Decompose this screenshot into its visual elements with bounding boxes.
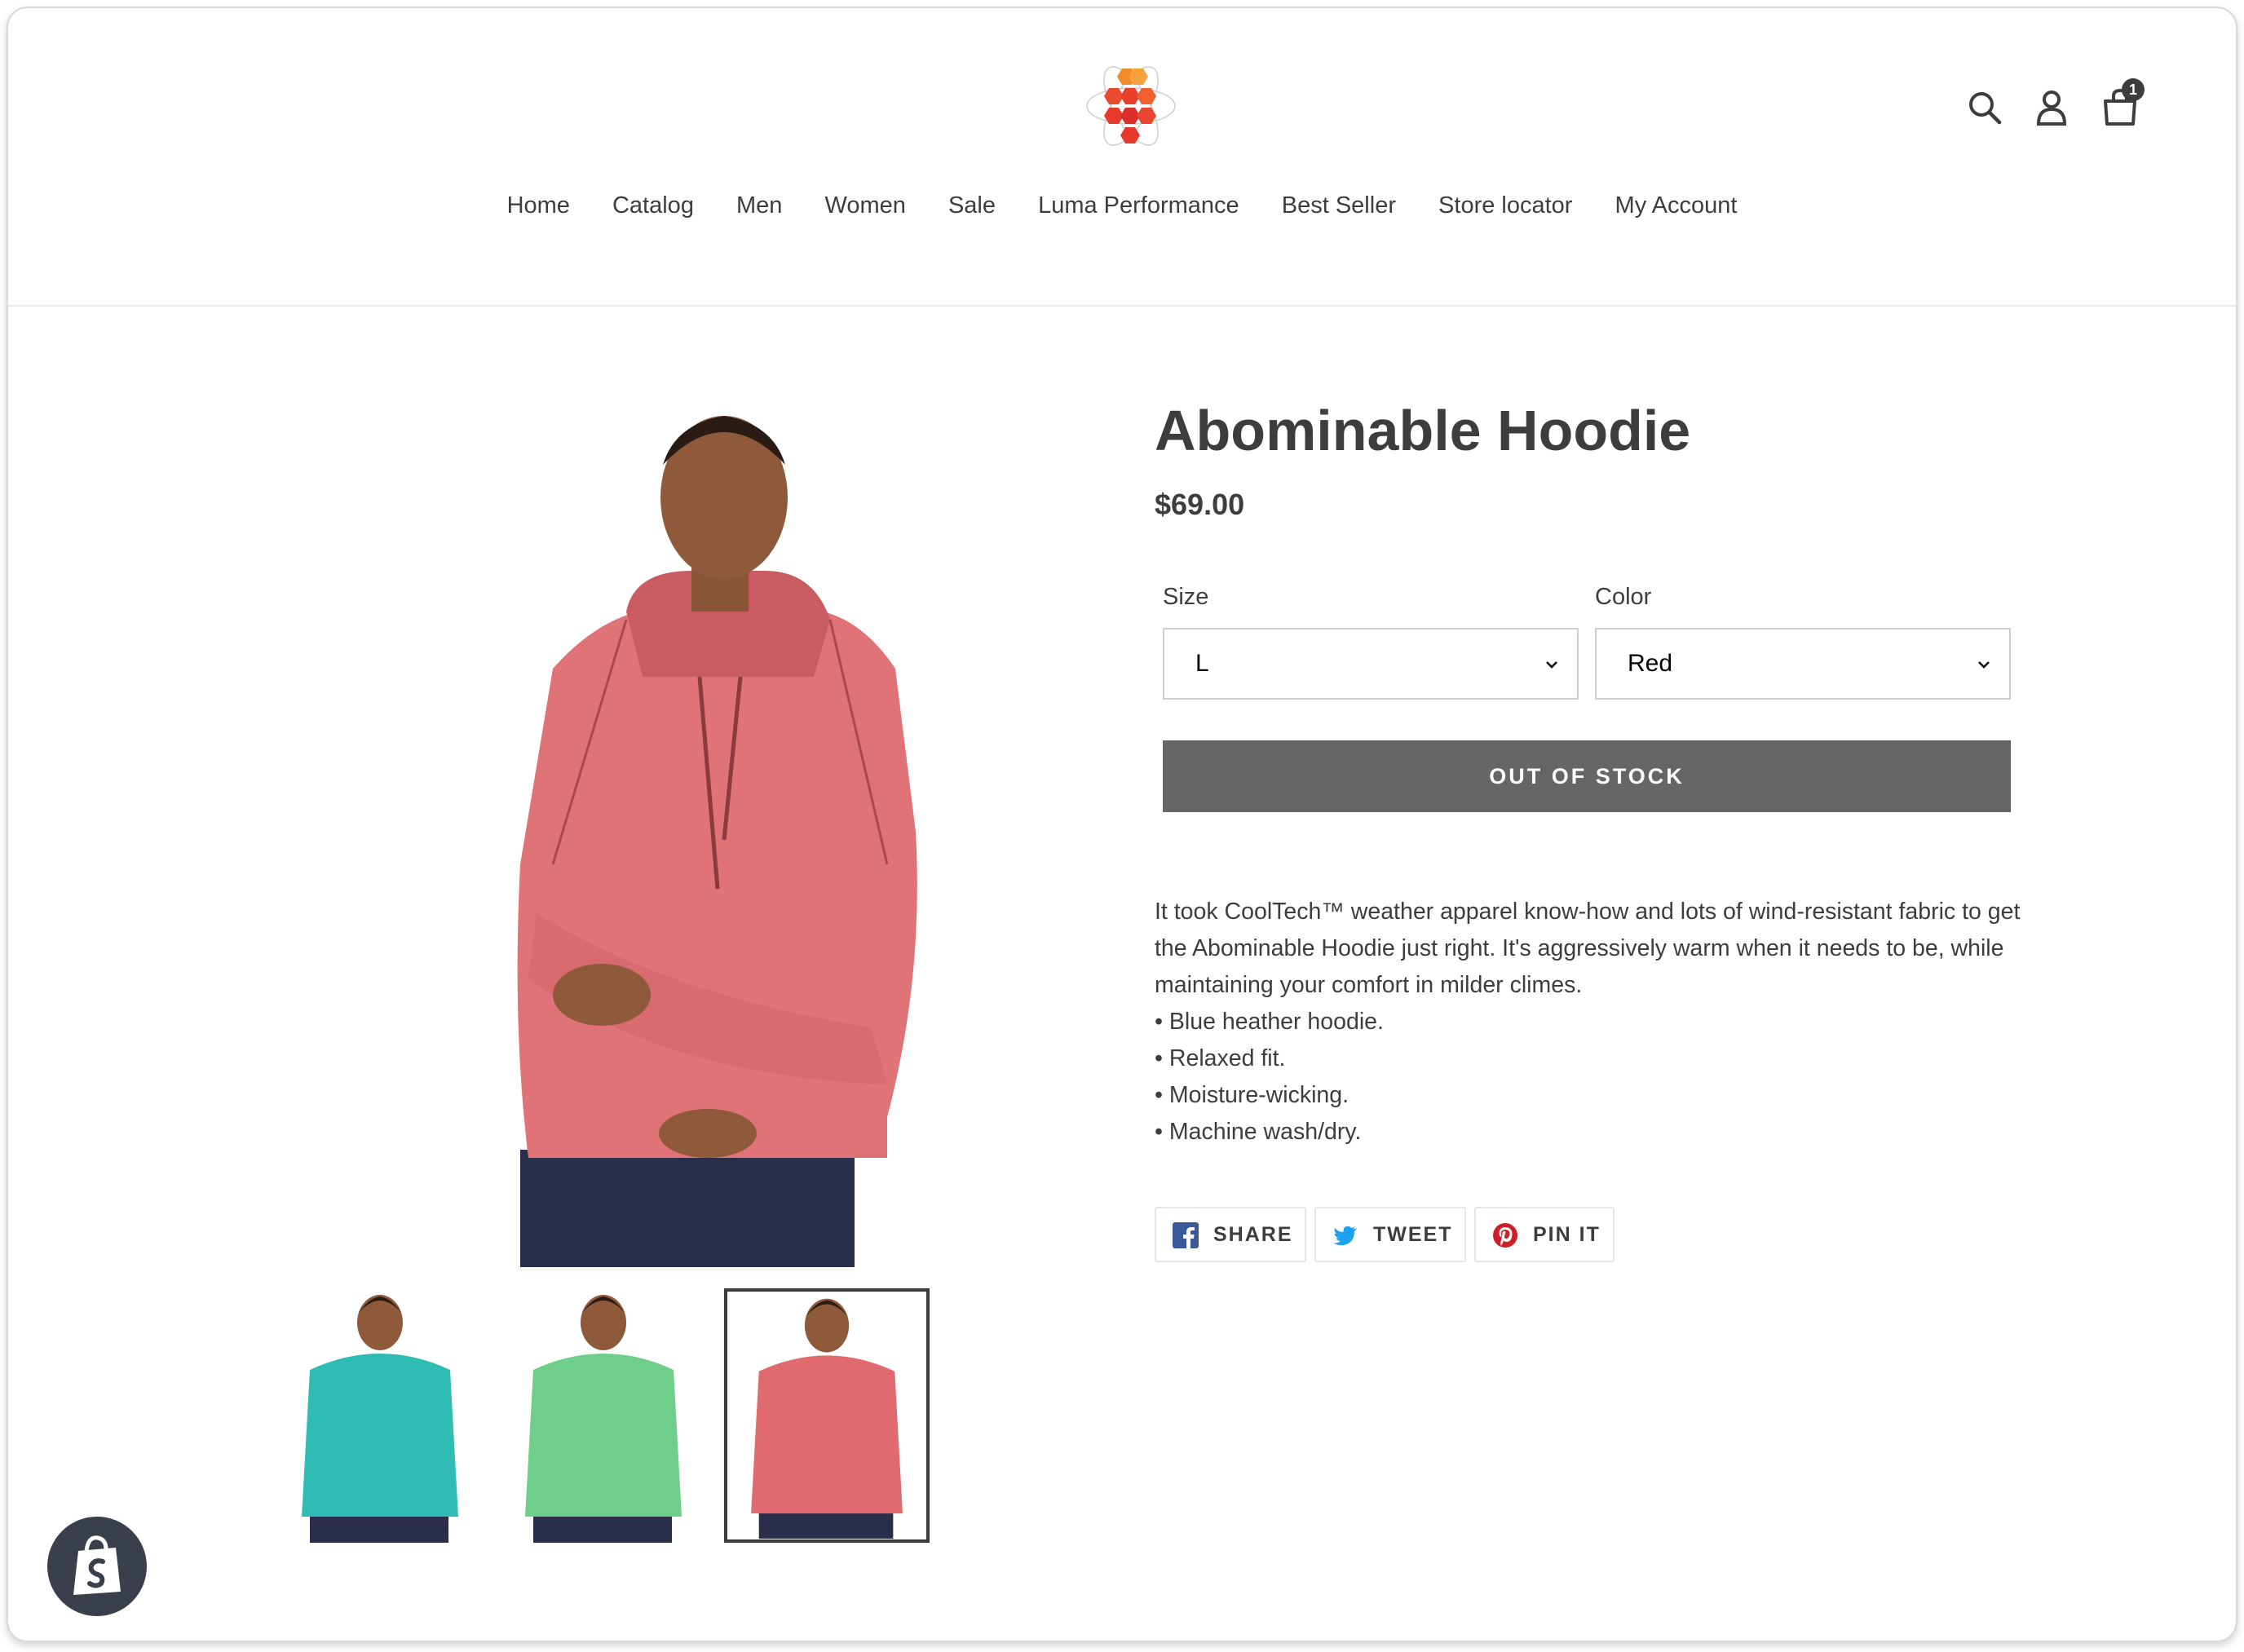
description-bullet: • Blue heather hoodie. <box>1155 1009 1384 1035</box>
search-icon[interactable] <box>1964 86 2006 129</box>
pinterest-share-button[interactable]: PIN IT <box>1474 1207 1615 1262</box>
cart-count-badge: 1 <box>2122 78 2145 101</box>
product-description: It took CoolTech™ weather apparel know-h… <box>1155 894 2027 1151</box>
description-bullet: • Machine wash/dry. <box>1155 1119 1362 1145</box>
store-logo[interactable] <box>1083 57 1179 155</box>
product-title: Abominable Hoodie <box>1155 399 1691 462</box>
chevron-down-icon <box>1546 661 1557 669</box>
chevron-down-icon <box>1978 661 1990 669</box>
nav-my-account[interactable]: My Account <box>1615 192 1738 219</box>
pinterest-icon <box>1493 1223 1517 1248</box>
description-bullet: • Relaxed fit. <box>1155 1045 1286 1071</box>
twitter-share-button[interactable]: TWEET <box>1314 1207 1466 1262</box>
nav-store-locator[interactable]: Store locator <box>1438 192 1572 219</box>
size-select-value: L <box>1195 650 1209 677</box>
twitter-icon <box>1333 1226 1357 1246</box>
description-paragraph: It took CoolTech™ weather apparel know-h… <box>1155 899 2021 998</box>
nav-home[interactable]: Home <box>507 192 570 219</box>
size-select[interactable]: L <box>1163 628 1579 700</box>
product-price: $69.00 <box>1155 488 1245 521</box>
description-bullet: • Moisture-wicking. <box>1155 1082 1349 1108</box>
thumbnail-green[interactable] <box>501 1288 706 1543</box>
nav-women[interactable]: Women <box>825 192 906 219</box>
shopify-badge[interactable] <box>47 1517 147 1616</box>
color-select[interactable]: Red <box>1595 628 2011 700</box>
size-label: Size <box>1163 584 1209 610</box>
color-select-value: Red <box>1628 650 1673 677</box>
thumbnail-red-selected[interactable] <box>724 1288 930 1543</box>
facebook-share-label: SHARE <box>1213 1223 1293 1246</box>
nav-luma-performance[interactable]: Luma Performance <box>1038 192 1239 219</box>
out-of-stock-button[interactable]: OUT OF STOCK <box>1163 740 2011 812</box>
nav-catalog[interactable]: Catalog <box>612 192 694 219</box>
nav-best-seller[interactable]: Best Seller <box>1282 192 1396 219</box>
shopify-bag-icon <box>73 1535 121 1595</box>
header-divider <box>8 305 2236 307</box>
facebook-share-button[interactable]: SHARE <box>1155 1207 1306 1262</box>
pinterest-share-label: PIN IT <box>1533 1223 1601 1246</box>
facebook-icon <box>1173 1222 1199 1248</box>
nav-men[interactable]: Men <box>736 192 782 219</box>
twitter-share-label: TWEET <box>1373 1223 1453 1246</box>
main-nav: Home Catalog Men Women Sale Luma Perform… <box>8 192 2236 219</box>
thumbnail-teal[interactable] <box>277 1288 483 1543</box>
nav-sale[interactable]: Sale <box>948 192 996 219</box>
color-label: Color <box>1595 584 1652 610</box>
account-icon[interactable] <box>2030 86 2073 129</box>
browser-frame: 1 Home Catalog Men Women Sale Luma Perfo… <box>7 7 2237 1642</box>
product-main-image <box>517 416 917 1267</box>
